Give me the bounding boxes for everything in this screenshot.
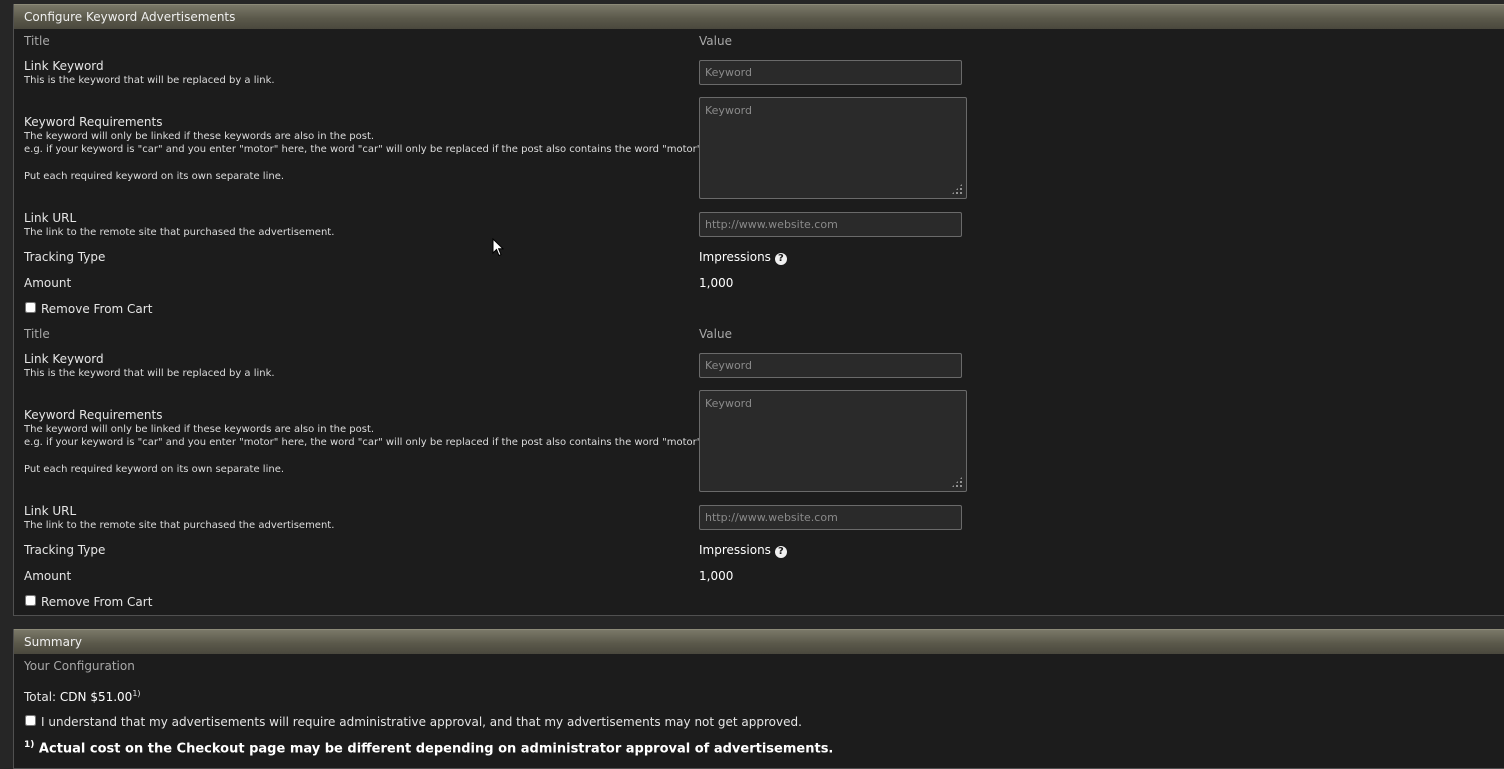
your-configuration-heading: Your Configuration — [24, 659, 135, 673]
amount-label: Amount — [24, 569, 72, 583]
summary-panel-header: Summary — [14, 629, 1504, 654]
footnote-ref: 1) — [132, 689, 141, 698]
remove-from-cart-checkbox[interactable] — [25, 595, 36, 606]
link-keyword-input[interactable] — [699, 60, 962, 85]
remove-from-cart-label[interactable]: Remove From Cart — [41, 595, 152, 609]
footnote-text: Actual cost on the Checkout page may be … — [38, 741, 834, 757]
tracking-type-value: Impressions? — [699, 543, 787, 558]
link-keyword-desc: This is the keyword that will be replace… — [24, 368, 275, 379]
link-keyword-label: Link Keyword — [24, 352, 104, 366]
tracking-type-label: Tracking Type — [24, 543, 106, 557]
link-keyword-desc: This is the keyword that will be replace… — [24, 75, 275, 86]
link-url-input[interactable] — [699, 212, 962, 237]
link-url-desc: The link to the remote site that purchas… — [24, 520, 335, 531]
approval-label[interactable]: I understand that my advertisements will… — [41, 715, 802, 729]
keyword-requirements-example: e.g. if your keyword is "car" and you en… — [24, 437, 705, 448]
remove-from-cart-checkbox[interactable] — [25, 302, 36, 313]
amount-value: 1,000 — [699, 569, 734, 583]
keyword-requirements-textarea[interactable] — [699, 390, 967, 492]
link-url-label: Link URL — [24, 504, 77, 518]
remove-from-cart-label[interactable]: Remove From Cart — [41, 302, 152, 316]
link-keyword-input[interactable] — [699, 353, 962, 378]
keyword-requirements-desc: The keyword will only be linked if these… — [24, 424, 375, 435]
keyword-requirements-label: Keyword Requirements — [24, 115, 163, 129]
keyword-requirements-example: e.g. if your keyword is "car" and you en… — [24, 144, 705, 155]
title-column-header: Title — [24, 327, 50, 341]
question-circle-icon[interactable]: ? — [774, 253, 787, 265]
keyword-requirements-note: Put each required keyword on its own sep… — [24, 171, 285, 182]
link-url-desc: The link to the remote site that purchas… — [24, 227, 335, 238]
total-label: Total: — [24, 690, 57, 704]
approval-checkbox[interactable] — [25, 715, 36, 726]
keyword-requirements-desc: The keyword will only be linked if these… — [24, 131, 375, 142]
configure-panel-header: Configure Keyword Advertisements — [14, 4, 1504, 29]
amount-value: 1,000 — [699, 276, 734, 290]
link-keyword-label: Link Keyword — [24, 59, 104, 73]
tracking-type-value: Impressions? — [699, 250, 787, 265]
tracking-type-text: Impressions — [699, 250, 771, 264]
question-circle-icon[interactable]: ? — [774, 546, 787, 558]
keyword-requirements-textarea[interactable] — [699, 97, 967, 199]
total-row: Total: CDN $51.001) — [24, 689, 141, 704]
footnote-marker: 1) — [24, 740, 35, 750]
title-column-header: Title — [24, 34, 50, 48]
mouse-pointer-icon — [492, 238, 504, 257]
amount-label: Amount — [24, 276, 72, 290]
keyword-requirements-note: Put each required keyword on its own sep… — [24, 464, 285, 475]
link-url-input[interactable] — [699, 505, 962, 530]
total-value: CDN $51.00 — [59, 690, 133, 704]
keyword-requirements-label: Keyword Requirements — [24, 408, 163, 422]
link-url-label: Link URL — [24, 211, 77, 225]
tracking-type-label: Tracking Type — [24, 250, 106, 264]
value-column-header: Value — [699, 34, 732, 48]
value-column-header: Value — [699, 327, 732, 341]
tracking-type-text: Impressions — [699, 543, 771, 557]
